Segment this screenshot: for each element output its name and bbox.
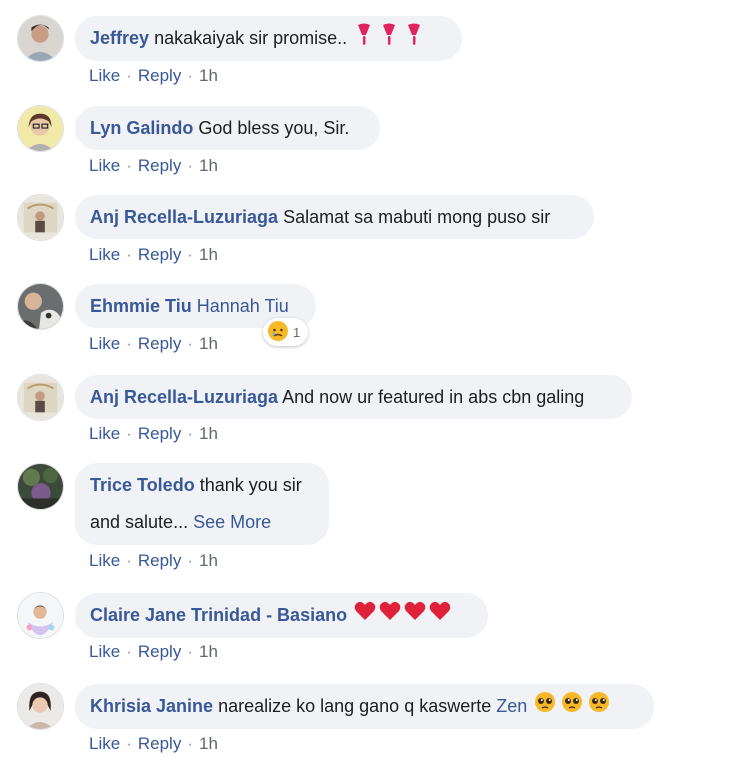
comment-text-continued: and salute... (90, 512, 189, 532)
avatar[interactable] (17, 463, 64, 510)
heart-exclamation-icon (354, 17, 428, 61)
comment-author[interactable]: Ehmmie Tiu (90, 296, 192, 316)
comment-author[interactable]: Claire Jane Trinidad - Basiano (90, 605, 347, 625)
pleading-face-icon (534, 685, 610, 729)
see-more-link[interactable]: See More (193, 512, 271, 532)
reply-link[interactable]: Reply (138, 734, 181, 753)
timestamp[interactable]: 1h (199, 245, 218, 264)
comment-actions: Like · Reply · 1h (89, 245, 218, 264)
comment-actions: Like · Reply · 1h (89, 734, 218, 753)
timestamp[interactable]: 1h (199, 156, 218, 175)
comment-bubble: Anj Recella-Luzuriaga Salamat sa mabuti … (75, 195, 594, 239)
reply-link[interactable]: Reply (138, 334, 181, 353)
avatar[interactable] (17, 374, 64, 421)
comment-author[interactable]: Anj Recella-Luzuriaga (90, 387, 278, 407)
comment-author[interactable]: Khrisia Janine (90, 696, 213, 716)
comment-text: And now ur featured in abs cbn galing (282, 387, 585, 407)
comment-actions: Like · Reply · 1h (89, 66, 218, 85)
comment-bubble: Claire Jane Trinidad - Basiano (75, 593, 488, 639)
timestamp[interactable]: 1h (199, 734, 218, 753)
red-heart-icon (354, 594, 451, 638)
reply-link[interactable]: Reply (138, 642, 181, 661)
comment-text: thank you sir (199, 475, 302, 495)
comment-author[interactable]: Jeffrey (90, 28, 149, 48)
like-link[interactable]: Like (89, 245, 120, 264)
timestamp[interactable]: 1h (199, 334, 218, 353)
comment-actions: Like · Reply · 1h (89, 156, 218, 175)
reply-link[interactable]: Reply (138, 424, 181, 443)
tagged-user-link[interactable]: Hannah Tiu (197, 296, 289, 316)
timestamp[interactable]: 1h (199, 424, 218, 443)
reply-link[interactable]: Reply (138, 66, 181, 85)
avatar[interactable] (17, 592, 64, 639)
comment-text: Salamat sa mabuti mong puso sir (283, 207, 551, 227)
reaction-badge[interactable]: 1 (263, 318, 309, 346)
reaction-count: 1 (293, 324, 301, 340)
comment-bubble: Lyn Galindo God bless you, Sir. (75, 106, 380, 150)
reply-link[interactable]: Reply (138, 245, 181, 264)
comment-actions: Like · Reply · 1h (89, 642, 218, 661)
like-link[interactable]: Like (89, 424, 120, 443)
like-link[interactable]: Like (89, 734, 120, 753)
comment-bubble: Trice Toledo thank you sir and salute...… (75, 463, 329, 545)
reply-link[interactable]: Reply (138, 156, 181, 175)
like-link[interactable]: Like (89, 156, 120, 175)
avatar[interactable] (17, 683, 64, 730)
like-link[interactable]: Like (89, 551, 120, 570)
avatar[interactable] (17, 105, 64, 152)
comment-author[interactable]: Lyn Galindo (90, 118, 193, 138)
like-link[interactable]: Like (89, 334, 120, 353)
tagged-user-link[interactable]: Zen (496, 696, 527, 716)
timestamp[interactable]: 1h (199, 66, 218, 85)
comment-actions: Like · Reply · 1h (89, 551, 218, 570)
comment-bubble: Khrisia Janine narealize ko lang gano q … (75, 684, 654, 730)
comment-actions: Like · Reply · 1h (89, 334, 218, 353)
avatar[interactable] (17, 194, 64, 241)
timestamp[interactable]: 1h (199, 642, 218, 661)
comment-actions: Like · Reply · 1h (89, 424, 218, 443)
comment-bubble: Jeffrey nakakaiyak sir promise.. (75, 16, 462, 62)
avatar[interactable] (17, 283, 64, 330)
comment-text: nakakaiyak sir promise.. (154, 28, 348, 48)
comment-author[interactable]: Trice Toledo (90, 475, 195, 495)
comment-bubble: Anj Recella-Luzuriaga And now ur feature… (75, 375, 632, 419)
comment-text: God bless you, Sir. (198, 118, 350, 138)
comment-author[interactable]: Anj Recella-Luzuriaga (90, 207, 278, 227)
like-link[interactable]: Like (89, 66, 120, 85)
comment-text: narealize ko lang gano q kaswerte (218, 696, 492, 716)
sad-face-icon (267, 320, 289, 345)
timestamp[interactable]: 1h (199, 551, 218, 570)
avatar[interactable] (17, 15, 64, 62)
reply-link[interactable]: Reply (138, 551, 181, 570)
like-link[interactable]: Like (89, 642, 120, 661)
